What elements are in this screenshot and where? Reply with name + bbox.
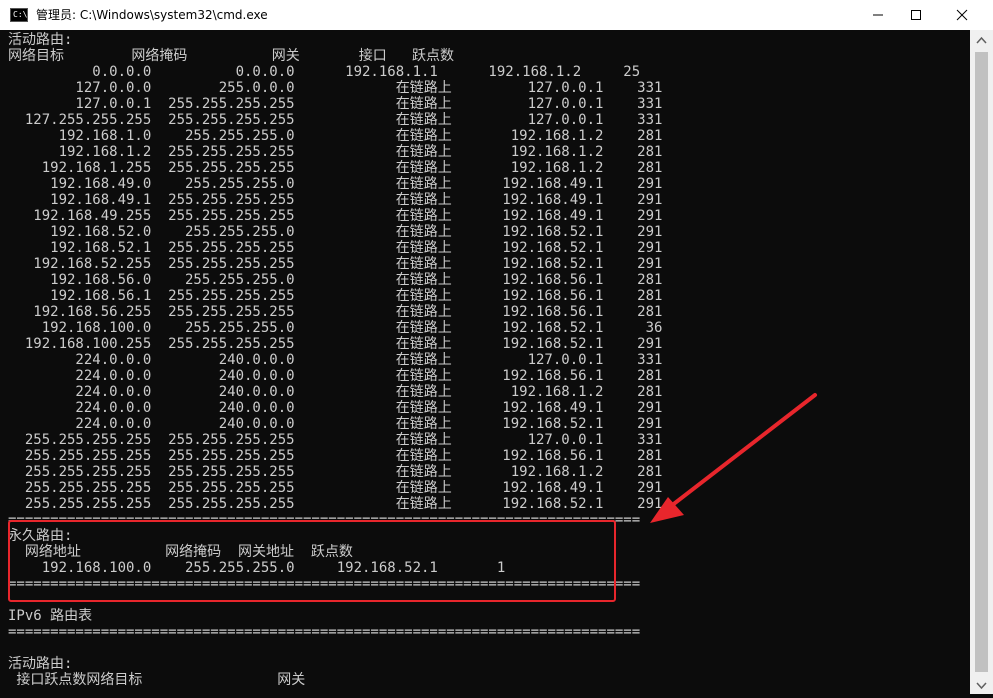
console-line: 255.255.255.255 255.255.255.255 在链路上 192… [8,464,663,480]
cmd-icon-text: C:\ [13,10,28,19]
maximize-button[interactable] [893,0,939,30]
console-line: 192.168.49.1 255.255.255.255 在链路上 192.16… [8,192,663,208]
maximize-icon [911,10,921,20]
vertical-scrollbar[interactable] [970,30,993,694]
console-line: 224.0.0.0 240.0.0.0 在链路上 192.168.1.2 281 [8,384,663,400]
console-line: 192.168.56.0 255.255.255.0 在链路上 192.168.… [8,272,663,288]
console-line: 活动路由: [8,32,73,48]
console-line: 127.0.0.0 255.0.0.0 在链路上 127.0.0.1 331 [8,80,663,96]
minimize-icon [873,14,883,16]
console-line: 224.0.0.0 240.0.0.0 在链路上 192.168.56.1 28… [8,368,663,384]
console-line: 127.255.255.255 255.255.255.255 在链路上 127… [8,112,663,128]
cmd-icon[interactable]: C:\ [10,8,28,22]
console-line: ========================================… [8,624,641,640]
window-title: 管理员: C:\Windows\system32\cmd.exe [36,8,268,22]
highlight-box [8,520,616,602]
console-line: 192.168.56.255 255.255.255.255 在链路上 192.… [8,304,663,320]
console-line: 192.168.49.255 255.255.255.255 在链路上 192.… [8,208,663,224]
console-line: 255.255.255.255 255.255.255.255 在链路上 192… [8,496,663,512]
console-line: 255.255.255.255 255.255.255.255 在链路上 192… [8,448,663,464]
console-line: 192.168.56.1 255.255.255.255 在链路上 192.16… [8,288,663,304]
console-line: 255.255.255.255 255.255.255.255 在链路上 127… [8,432,663,448]
scroll-down-arrow-icon[interactable] [970,676,993,694]
console-line: 网络目标 网络掩码 网关 接口 跃点数 [8,48,455,64]
console-line: 192.168.100.0 255.255.255.0 在链路上 192.168… [8,320,663,336]
console-line: 224.0.0.0 240.0.0.0 在链路上 127.0.0.1 331 [8,352,663,368]
console-line: 127.0.0.1 255.255.255.255 在链路上 127.0.0.1… [8,96,663,112]
close-button[interactable] [939,0,985,30]
console-line: 255.255.255.255 255.255.255.255 在链路上 192… [8,480,663,496]
close-icon [956,9,968,21]
console-line: IPv6 路由表 [8,608,93,624]
console-line: 192.168.1.0 255.255.255.0 在链路上 192.168.1… [8,128,663,144]
console-line: 192.168.52.0 255.255.255.0 在链路上 192.168.… [8,224,663,240]
console-line: 192.168.52.255 255.255.255.255 在链路上 192.… [8,256,663,272]
scroll-up-arrow-icon[interactable] [970,32,993,50]
console-line: 192.168.49.0 255.255.255.0 在链路上 192.168.… [8,176,663,192]
console-line: 192.168.1.2 255.255.255.255 在链路上 192.168… [8,144,663,160]
console-line: 接口跃点数网络目标 网关 [8,672,306,688]
title-bar[interactable]: C:\ 管理员: C:\Windows\system32\cmd.exe [0,0,993,31]
console-line: 224.0.0.0 240.0.0.0 在链路上 192.168.52.1 29… [8,416,663,432]
console-line: 192.168.52.1 255.255.255.255 在链路上 192.16… [8,240,663,256]
scrollbar-thumb[interactable] [975,52,988,672]
console-line: 0.0.0.0 0.0.0.0 192.168.1.1 192.168.1.2 … [8,64,641,80]
console-line: 192.168.100.255 255.255.255.255 在链路上 192… [8,336,663,352]
console-line: 192.168.1.255 255.255.255.255 在链路上 192.1… [8,160,663,176]
annotation-arrow-icon [650,393,817,523]
console-line: 224.0.0.0 240.0.0.0 在链路上 192.168.49.1 29… [8,400,663,416]
console-line: 活动路由: [8,656,73,672]
